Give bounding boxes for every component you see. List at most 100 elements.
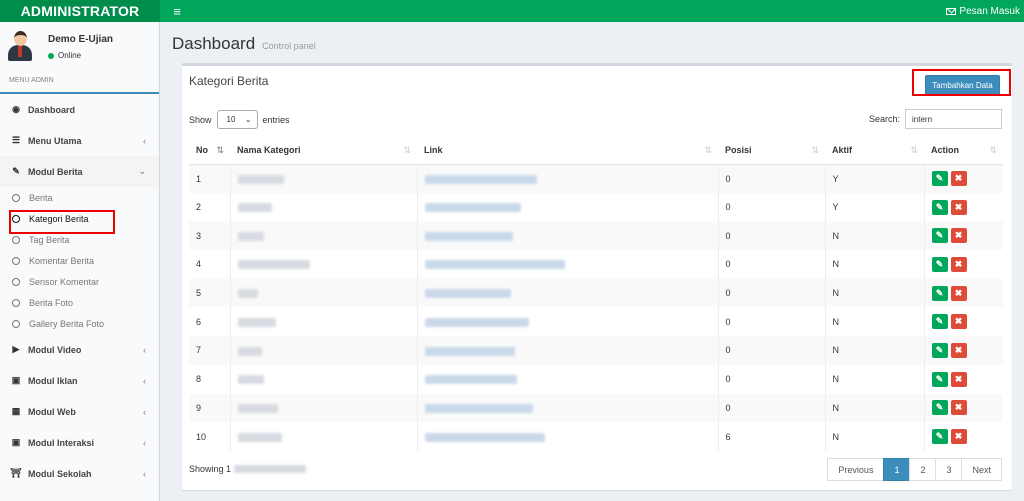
column-header-action[interactable]: Action ⇅	[924, 137, 1003, 165]
sidebar-item-modul-web[interactable]: ▦ Modul Web ‹	[0, 396, 159, 427]
delete-icon[interactable]: ✖	[950, 199, 967, 215]
entries-select[interactable]: 10 ⌄	[216, 110, 258, 129]
sidebar-toggle-icon[interactable]: ≡	[170, 4, 184, 19]
table-row: 6 0 N ✎ ✖	[189, 307, 1003, 337]
sidebar-item-menu-utama[interactable]: ☰ Menu Utama ‹	[0, 125, 159, 156]
messages-label: Pesan Masuk	[959, 5, 1020, 17]
sidebar-subitem-label: Berita Foto	[29, 297, 74, 308]
redacted-link	[424, 289, 511, 299]
sidebar: Demo E-Ujian Online MENU ADMIN ◉ Dashboa…	[0, 22, 160, 501]
edit-icon[interactable]: ✎	[931, 171, 948, 187]
edit-icon[interactable]: ✎	[931, 429, 948, 445]
sort-asc-icon: ⇅	[216, 145, 224, 155]
sidebar-item-modul-video[interactable]: ▶ Modul Video ‹	[0, 334, 159, 365]
cell-link	[417, 364, 719, 394]
edit-icon[interactable]: ✎	[931, 228, 948, 244]
cell-link	[417, 393, 719, 423]
top-navbar: ADMINISTRATOR ≡ Pesan Masuk	[0, 0, 1024, 22]
search-label: Search:	[868, 114, 900, 124]
table-row: 4 0 N ✎ ✖	[189, 250, 1003, 279]
sidebar-subitem-sensor-komentar[interactable]: Sensor Komentar	[0, 271, 159, 292]
chevron-left-icon: ‹	[143, 375, 146, 386]
kategori-berita-box: Kategori Berita Tambahkan Data Show 10 ⌄…	[182, 63, 1012, 490]
play-icon: ▶	[12, 344, 20, 354]
delete-icon[interactable]: ✖	[950, 400, 967, 416]
sidebar-item-modul-berita[interactable]: ✎ Modul Berita ⌄	[0, 156, 159, 187]
cell-nama-kategori	[230, 221, 418, 251]
edit-icon[interactable]: ✎	[931, 256, 948, 272]
pagination-previous[interactable]: Previous	[827, 458, 885, 481]
edit-icon[interactable]: ✎	[931, 371, 948, 387]
pagination-page-3[interactable]: 3	[935, 458, 963, 481]
cell-posisi: 6	[718, 422, 826, 451]
tv-icon: ▣	[11, 375, 21, 385]
sidebar-item-modul-iklan[interactable]: ▣ Modul Iklan ‹	[0, 365, 159, 396]
delete-icon[interactable]: ✖	[950, 429, 967, 445]
messages-link[interactable]: Pesan Masuk	[946, 6, 1020, 17]
sort-icon: ⇅	[704, 145, 712, 155]
tv-icon: ▣	[11, 437, 21, 447]
column-header-link[interactable]: Link ⇅	[417, 137, 718, 165]
search-input[interactable]	[905, 109, 1002, 129]
edit-icon[interactable]: ✎	[931, 199, 948, 215]
chevron-left-icon: ‹	[143, 135, 146, 146]
delete-icon[interactable]: ✖	[950, 285, 967, 301]
chevron-left-icon: ‹	[143, 468, 146, 479]
cell-action: ✎ ✖	[924, 221, 1003, 251]
column-header-nama-kategori[interactable]: Nama Kategori ⇅	[230, 137, 417, 165]
cell-aktif: Y	[825, 164, 925, 193]
sidebar-subitem-label: Komentar Berita	[29, 255, 95, 266]
sidebar-subitem-gallery-berita-foto[interactable]: Gallery Berita Foto	[0, 313, 159, 334]
annotation-highlight-kategori	[9, 210, 115, 234]
sidebar-item-label: Modul Berita	[28, 166, 83, 177]
delete-icon[interactable]: ✖	[950, 342, 967, 358]
sidebar-subitem-label: Berita	[29, 192, 53, 203]
redacted-text	[237, 375, 264, 385]
sidebar-item-dashboard[interactable]: ◉ Dashboard	[0, 94, 159, 125]
cell-link	[417, 307, 719, 337]
delete-icon[interactable]: ✖	[950, 228, 967, 244]
cell-aktif: N	[825, 221, 925, 251]
sidebar-subitem-label: Tag Berita	[29, 234, 70, 245]
redacted-text	[237, 231, 264, 241]
redacted-link	[424, 403, 533, 413]
redacted-text	[237, 432, 282, 442]
column-header-aktif[interactable]: Aktif ⇅	[825, 137, 924, 165]
sidebar-subitem-label: Sensor Komentar	[29, 276, 100, 287]
redacted-link	[424, 375, 517, 385]
table-row: 1 0 Y ✎ ✖	[189, 164, 1003, 193]
sidebar-subitem-komentar-berita[interactable]: Komentar Berita	[0, 250, 159, 271]
edit-icon[interactable]: ✎	[931, 314, 948, 330]
pagination-next[interactable]: Next	[961, 458, 1002, 481]
delete-icon[interactable]: ✖	[950, 256, 967, 272]
delete-icon[interactable]: ✖	[950, 314, 967, 330]
column-header-posisi[interactable]: Posisi ⇅	[718, 137, 825, 165]
cell-aktif: N	[825, 250, 925, 279]
delete-icon[interactable]: ✖	[950, 171, 967, 187]
cell-posisi: 0	[718, 250, 826, 279]
cell-posisi: 0	[718, 336, 826, 365]
sidebar-subitem-berita[interactable]: Berita	[0, 187, 159, 208]
sidebar-subitem-berita-foto[interactable]: Berita Foto	[0, 292, 159, 313]
cell-no: 7	[189, 336, 231, 365]
pagination-page-2[interactable]: 2	[909, 458, 937, 481]
cell-aktif: Y	[825, 192, 925, 222]
table-row: 7 0 N ✎ ✖	[189, 336, 1003, 365]
brand-logo[interactable]: ADMINISTRATOR	[0, 0, 160, 22]
table-row: 8 0 N ✎ ✖	[189, 364, 1003, 394]
edit-icon[interactable]: ✎	[931, 400, 948, 416]
redacted-text	[237, 289, 258, 299]
delete-icon[interactable]: ✖	[950, 371, 967, 387]
cell-action: ✎ ✖	[924, 193, 1003, 222]
cell-nama-kategori	[230, 307, 418, 337]
redacted-link	[424, 317, 529, 327]
cell-no: 8	[189, 364, 231, 394]
sidebar-item-modul-interaksi[interactable]: ▣ Modul Interaksi ‹	[0, 427, 159, 458]
sidebar-item-modul-sekolah[interactable]: ⛩ Modul Sekolah ‹	[0, 458, 159, 489]
cell-aktif: N	[825, 422, 925, 451]
pagination-page-1[interactable]: 1	[883, 458, 911, 481]
column-header-no[interactable]: No ⇅	[189, 137, 230, 165]
cell-action: ✎ ✖	[924, 365, 1003, 394]
edit-icon[interactable]: ✎	[931, 285, 948, 301]
edit-icon[interactable]: ✎	[931, 342, 948, 358]
